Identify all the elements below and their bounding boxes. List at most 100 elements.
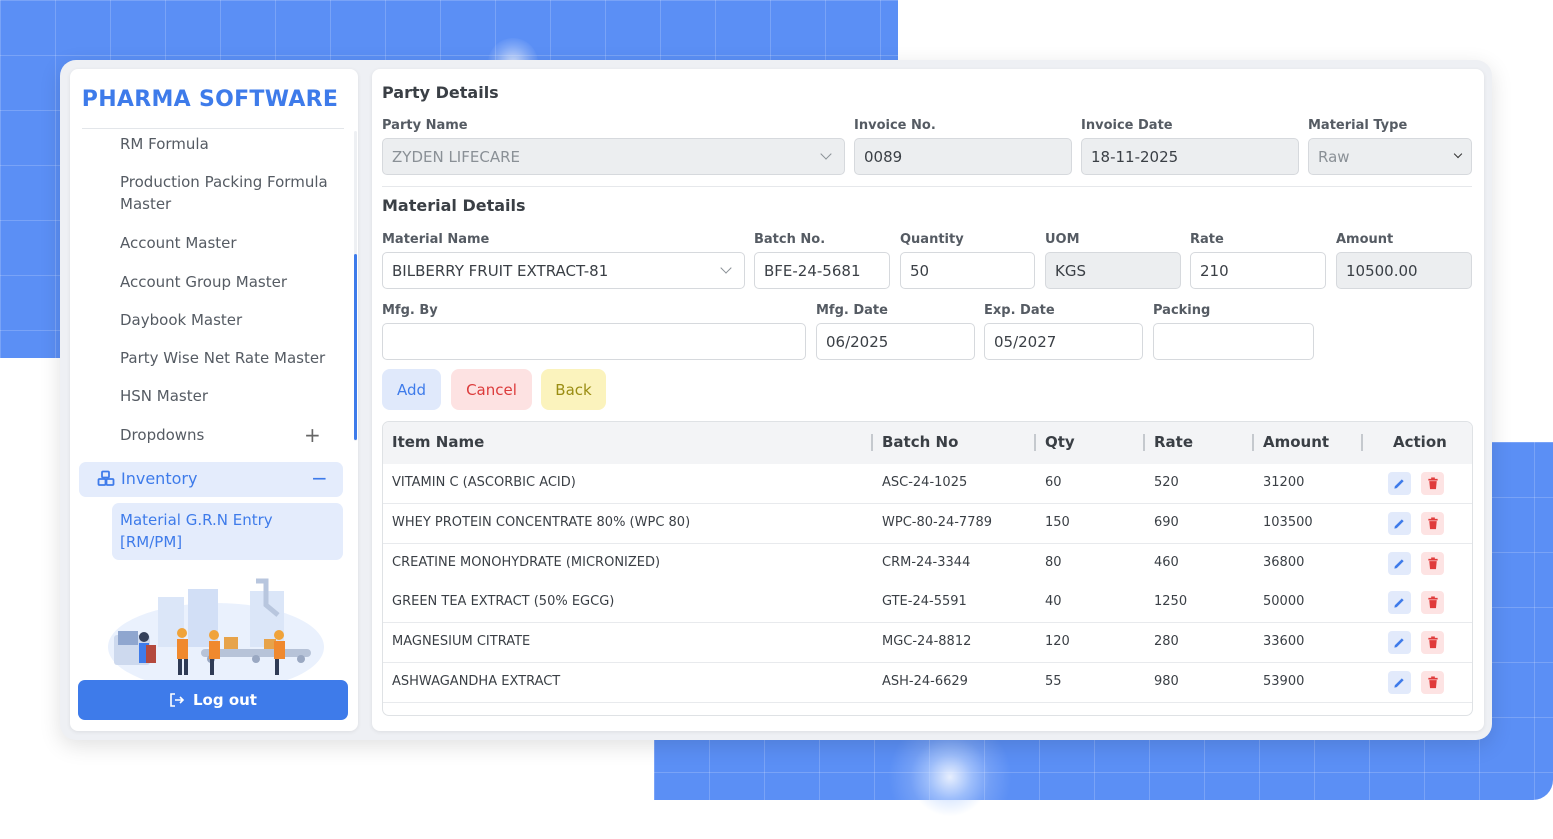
cell-qty: 150 bbox=[1045, 514, 1070, 530]
material-type-select[interactable]: Raw bbox=[1308, 138, 1472, 175]
column-header-amount: Amount bbox=[1263, 433, 1330, 451]
party-details-title: Party Details bbox=[382, 83, 499, 102]
trash-icon[interactable] bbox=[1421, 551, 1444, 575]
cell-rate: 520 bbox=[1154, 475, 1179, 490]
pencil-icon[interactable] bbox=[1388, 511, 1411, 535]
packing-label: Packing bbox=[1153, 303, 1211, 318]
boxes-icon bbox=[97, 470, 115, 488]
cell-batch-no: ASC-24-1025 bbox=[882, 475, 968, 490]
column-separator[interactable] bbox=[1143, 434, 1145, 451]
logout-button[interactable]: Log out bbox=[78, 680, 348, 720]
cell-batch-no: ASH-24-6629 bbox=[882, 674, 968, 689]
chevron-down-icon bbox=[820, 148, 832, 160]
divider bbox=[82, 128, 344, 129]
trash-icon[interactable] bbox=[1421, 631, 1444, 655]
sidebar-item-rm-formula[interactable]: RM Formula bbox=[120, 133, 340, 155]
amount-field[interactable]: 10500.00 bbox=[1336, 252, 1472, 289]
batch-no-label: Batch No. bbox=[754, 232, 826, 247]
exp-date-label: Exp. Date bbox=[984, 303, 1055, 318]
cell-qty: 40 bbox=[1045, 594, 1062, 610]
logout-label: Log out bbox=[193, 691, 257, 709]
trash-icon[interactable] bbox=[1421, 671, 1444, 694]
material-name-select[interactable]: BILBERRY FRUIT EXTRACT-81 bbox=[382, 252, 745, 289]
sidebar-item-production-packing-formula-master[interactable]: Production Packing Formula Master bbox=[120, 171, 340, 215]
chevron-down-icon bbox=[1453, 149, 1463, 159]
cell-batch-no: WPC-80-24-7789 bbox=[882, 514, 993, 530]
sidebar-item-hsn-master[interactable]: HSN Master bbox=[120, 385, 340, 407]
cell-item-name: MAGNESIUM CITRATE bbox=[392, 634, 531, 650]
exp-date-field[interactable]: 05/2027 bbox=[984, 323, 1143, 360]
cell-rate: 280 bbox=[1154, 634, 1179, 650]
batch-no-field[interactable]: BFE-24-5681 bbox=[754, 252, 890, 289]
cell-batch-no: GTE-24-5591 bbox=[882, 594, 967, 610]
scrollbar-thumb[interactable] bbox=[354, 254, 357, 440]
uom-field[interactable]: KGS bbox=[1045, 252, 1181, 289]
pencil-icon[interactable] bbox=[1388, 631, 1411, 655]
column-separator[interactable] bbox=[1361, 434, 1363, 451]
column-separator[interactable] bbox=[1034, 434, 1036, 451]
factory-illustration bbox=[108, 578, 324, 685]
column-header-item-name: Item Name bbox=[392, 433, 485, 451]
logout-icon bbox=[170, 693, 185, 707]
cell-qty: 80 bbox=[1045, 554, 1062, 570]
material-name-label: Material Name bbox=[382, 232, 490, 247]
table-header: Item Name Batch No Qty Rate Amount Actio… bbox=[383, 422, 1472, 464]
column-separator[interactable] bbox=[1252, 434, 1254, 451]
quantity-field[interactable]: 50 bbox=[900, 252, 1035, 289]
sidebar-subitem-material-grn-entry[interactable]: Material G.R.N Entry [RM/PM] bbox=[112, 503, 343, 560]
cell-item-name: ASHWAGANDHA EXTRACT bbox=[392, 674, 561, 689]
trash-icon[interactable] bbox=[1421, 472, 1444, 495]
material-type-label: Material Type bbox=[1308, 118, 1408, 133]
pencil-icon[interactable] bbox=[1388, 671, 1411, 694]
table-row: ASHWAGANDHA EXTRACT ASH-24-6629 55 980 53900 bbox=[383, 663, 1472, 703]
rate-field[interactable]: 210 bbox=[1190, 252, 1326, 289]
trash-icon[interactable] bbox=[1421, 511, 1444, 535]
cell-amount: 31200 bbox=[1263, 475, 1305, 490]
pencil-icon[interactable] bbox=[1388, 472, 1411, 495]
column-header-batch-no: Batch No bbox=[882, 433, 959, 451]
cell-qty: 55 bbox=[1045, 674, 1062, 689]
column-separator[interactable] bbox=[871, 434, 873, 451]
mfg-date-field[interactable]: 06/2025 bbox=[816, 323, 975, 360]
main-panel: Party Details Party Name ZYDEN LIFECARE … bbox=[372, 69, 1484, 731]
mfg-by-label: Mfg. By bbox=[382, 303, 438, 318]
party-name-label: Party Name bbox=[382, 118, 468, 133]
back-button[interactable]: Back bbox=[541, 369, 606, 410]
sidebar-item-account-group-master[interactable]: Account Group Master bbox=[120, 271, 340, 293]
invoice-date-label: Invoice Date bbox=[1081, 118, 1173, 133]
brand-title: PHARMA SOFTWARE bbox=[81, 87, 339, 112]
invoice-no-field[interactable]: 0089 bbox=[854, 138, 1072, 175]
chevron-down-icon bbox=[720, 262, 732, 274]
pencil-icon[interactable] bbox=[1388, 551, 1411, 575]
cell-rate: 980 bbox=[1154, 674, 1179, 689]
material-details-title: Material Details bbox=[382, 196, 526, 215]
packing-field[interactable] bbox=[1153, 323, 1314, 360]
sidebar-item-party-wise-net-rate-master[interactable]: Party Wise Net Rate Master bbox=[120, 347, 340, 369]
cell-rate: 690 bbox=[1154, 514, 1179, 530]
sidebar-item-account-master[interactable]: Account Master bbox=[120, 232, 340, 254]
sidebar-item-inventory[interactable]: Inventory − bbox=[79, 462, 343, 497]
cell-item-name: GREEN TEA EXTRACT (50% EGCG) bbox=[392, 594, 615, 610]
party-name-select[interactable]: ZYDEN LIFECARE bbox=[382, 138, 845, 175]
items-table: Item Name Batch No Qty Rate Amount Actio… bbox=[382, 421, 1473, 716]
mfg-by-field[interactable] bbox=[382, 323, 806, 360]
invoice-date-field[interactable]: 18-11-2025 bbox=[1081, 138, 1299, 175]
table-row: VITAMIN C (ASCORBIC ACID) ASC-24-1025 60 52… bbox=[383, 464, 1472, 504]
trash-icon[interactable] bbox=[1421, 591, 1444, 615]
minus-icon[interactable]: − bbox=[311, 466, 328, 490]
plus-icon[interactable]: + bbox=[304, 423, 321, 447]
divider bbox=[382, 186, 1472, 187]
column-header-rate: Rate bbox=[1154, 433, 1194, 451]
cell-amount: 50000 bbox=[1263, 594, 1305, 610]
sidebar-item-daybook-master[interactable]: Daybook Master bbox=[120, 309, 340, 331]
cell-item-name: VITAMIN C (ASCORBIC ACID) bbox=[392, 475, 576, 490]
cell-item-name: WHEY PROTEIN CONCENTRATE 80% (WPC 80) bbox=[392, 514, 691, 530]
cell-amount: 33600 bbox=[1263, 634, 1305, 650]
add-button[interactable]: Add bbox=[382, 369, 441, 410]
pencil-icon[interactable] bbox=[1388, 591, 1411, 615]
column-header-action: Action bbox=[1393, 433, 1447, 451]
cell-rate: 460 bbox=[1154, 554, 1179, 570]
cancel-button[interactable]: Cancel bbox=[451, 369, 532, 410]
cell-amount: 36800 bbox=[1263, 554, 1305, 570]
table-row: WHEY PROTEIN CONCENTRATE 80% (WPC 80) WPC… bbox=[383, 503, 1472, 544]
